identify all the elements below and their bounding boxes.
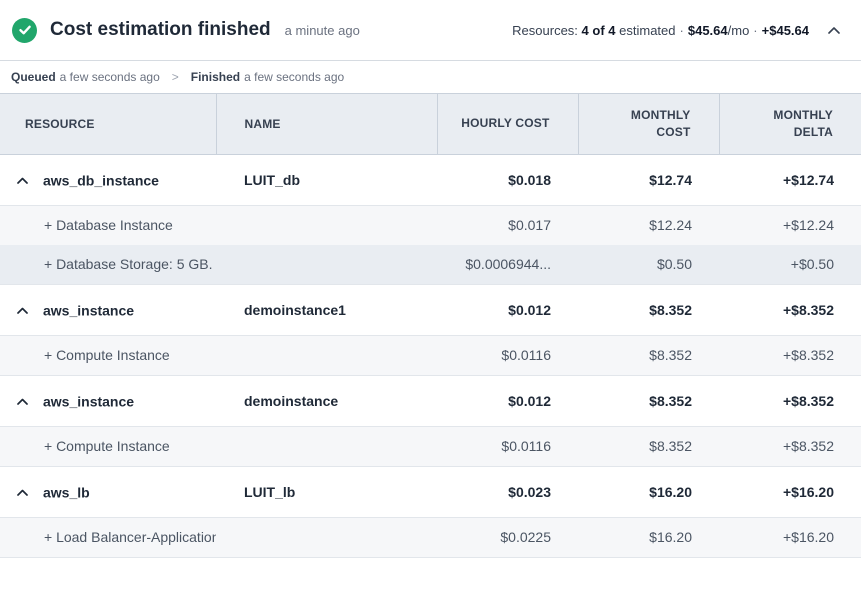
- hourly-cost: $0.0116: [437, 335, 578, 376]
- separator: ·: [753, 22, 758, 38]
- resource-row[interactable]: aws_instance demoinstance1 $0.012 $8.352…: [0, 284, 861, 336]
- resource-cell: aws_instance: [0, 375, 216, 427]
- table-header-row: RESOURCE NAME HOURLY COST MONTHLY COST MO…: [0, 94, 861, 155]
- resource-name: LUIT_lb: [216, 466, 437, 518]
- monthly-cost: $12.74: [578, 154, 719, 206]
- hourly-cost: $0.012: [437, 284, 578, 336]
- timeline-arrow: >: [171, 70, 179, 84]
- resource-name: demoinstance1: [216, 284, 437, 336]
- check-circle-icon: [12, 17, 37, 43]
- resource-cell: aws_instance: [0, 284, 216, 336]
- queued-label: Queued: [11, 70, 56, 84]
- hourly-cost: $0.0225: [437, 517, 578, 558]
- column-header-name: NAME: [216, 94, 438, 155]
- column-header-hourly-cost: HOURLY COST: [437, 94, 579, 155]
- monthly-cost: $8.352: [578, 335, 719, 376]
- empty-cell: [216, 517, 437, 558]
- monthly-cost: $12.24: [578, 205, 719, 245]
- cost-item-row: + Compute Instance $0.0116 $8.352 +$8.35…: [0, 335, 861, 376]
- monthly-delta: +$16.20: [719, 517, 861, 558]
- cost-item-row: + Database Instance $0.017 $12.24 +$12.2…: [0, 205, 861, 245]
- run-timeline: Queued a few seconds ago > Finished a fe…: [0, 61, 861, 94]
- time-ago: a minute ago: [284, 22, 360, 38]
- monthly-cost: $8.352: [578, 284, 719, 336]
- delta-total: +$45.64: [761, 22, 809, 38]
- monthly-cost-total: $45.64: [687, 22, 728, 38]
- monthly-delta: +$12.24: [719, 205, 861, 245]
- empty-cell: [216, 335, 437, 376]
- cost-item-label: + Compute Instance: [0, 335, 216, 376]
- cost-table: RESOURCE NAME HOURLY COST MONTHLY COST MO…: [0, 94, 861, 558]
- monthly-delta: +$12.74: [719, 154, 861, 206]
- hourly-cost: $0.012: [437, 375, 578, 427]
- cost-item-row: + Database Storage: 5 GB. $0.0006944... …: [0, 245, 861, 285]
- monthly-cost: $16.20: [578, 517, 719, 558]
- monthly-delta: +$0.50: [719, 245, 861, 285]
- resources-count: 4 of 4: [581, 22, 616, 38]
- column-header-monthly-delta: MONTHLY DELTA: [719, 94, 861, 155]
- resource-type: aws_instance: [43, 302, 135, 319]
- monthly-delta: +$8.352: [719, 375, 861, 427]
- per-month-label: /mo: [727, 22, 750, 38]
- cost-item-row: + Load Balancer-Application $0.0225 $16.…: [0, 517, 861, 558]
- empty-cell: [216, 426, 437, 467]
- resource-type: aws_db_instance: [43, 172, 159, 189]
- empty-cell: [216, 245, 437, 285]
- finished-time: a few seconds ago: [244, 70, 345, 84]
- estimated-label: estimated: [619, 22, 676, 38]
- chevron-up-icon[interactable]: [16, 304, 28, 316]
- chevron-up-icon[interactable]: [819, 15, 849, 45]
- monthly-delta: +$8.352: [719, 284, 861, 336]
- monthly-delta: +$16.20: [719, 466, 861, 518]
- cost-item-label: + Database Storage: 5 GB.: [0, 245, 216, 285]
- monthly-delta: +$8.352: [719, 335, 861, 376]
- page-title: Cost estimation finished: [50, 19, 271, 40]
- empty-cell: [216, 205, 437, 245]
- chevron-up-icon[interactable]: [16, 486, 28, 498]
- monthly-cost: $0.50: [578, 245, 719, 285]
- cost-item-row: + Compute Instance $0.0116 $8.352 +$8.35…: [0, 426, 861, 467]
- resource-name: LUIT_db: [216, 154, 437, 206]
- cost-item-label: + Compute Instance: [0, 426, 216, 467]
- monthly-delta: +$8.352: [719, 426, 861, 467]
- header-line: MONTHLY: [773, 107, 833, 122]
- chevron-up-icon[interactable]: [16, 395, 28, 407]
- header-line: MONTHLY: [630, 107, 691, 122]
- header-line: DELTA: [793, 124, 833, 139]
- header-line: COST: [656, 124, 691, 139]
- resource-type: aws_instance: [43, 393, 135, 410]
- hourly-cost: $0.0116: [437, 426, 578, 467]
- hourly-cost: $0.023: [437, 466, 578, 518]
- monthly-cost: $8.352: [578, 375, 719, 427]
- hourly-cost: $0.0006944...: [437, 245, 578, 285]
- hourly-cost: $0.017: [437, 205, 578, 245]
- monthly-cost: $8.352: [578, 426, 719, 467]
- resource-row[interactable]: aws_instance demoinstance $0.012 $8.352 …: [0, 375, 861, 427]
- resource-cell: aws_lb: [0, 466, 216, 518]
- separator: ·: [679, 22, 684, 38]
- cost-summary: Resources: 4 of 4 estimated · $45.64/mo …: [512, 15, 861, 45]
- resource-type: aws_lb: [43, 484, 90, 501]
- cost-item-label: + Database Instance: [0, 205, 216, 245]
- monthly-cost: $16.20: [578, 466, 719, 518]
- hourly-cost: $0.018: [437, 154, 578, 206]
- resource-name: demoinstance: [216, 375, 437, 427]
- cost-estimation-panel: Cost estimation finished a minute ago Re…: [0, 0, 861, 592]
- resource-cell: aws_db_instance: [0, 154, 216, 206]
- cost-item-label: + Load Balancer-Application: [0, 517, 216, 558]
- resources-label: Resources:: [512, 22, 578, 38]
- queued-time: a few seconds ago: [59, 70, 160, 84]
- column-header-monthly-cost: MONTHLY COST: [578, 94, 720, 155]
- cost-estimation-header: Cost estimation finished a minute ago Re…: [0, 0, 861, 61]
- column-header-resource: RESOURCE: [0, 94, 217, 155]
- chevron-up-icon[interactable]: [16, 174, 28, 186]
- finished-label: Finished: [190, 70, 241, 84]
- resource-row[interactable]: aws_lb LUIT_lb $0.023 $16.20 +$16.20: [0, 466, 861, 518]
- resource-row[interactable]: aws_db_instance LUIT_db $0.018 $12.74 +$…: [0, 154, 861, 206]
